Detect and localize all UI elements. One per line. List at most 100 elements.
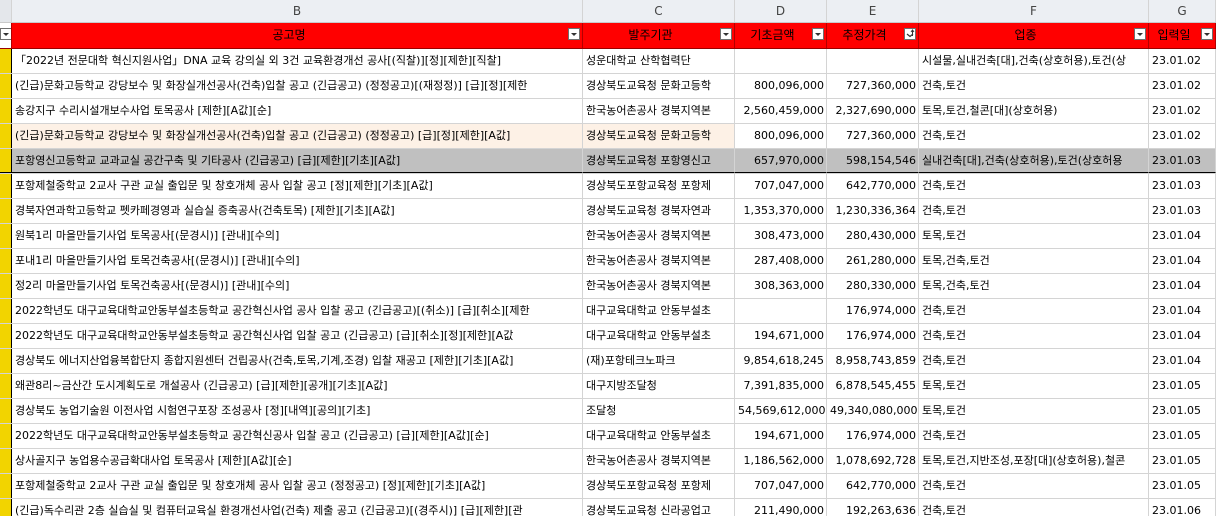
table-row[interactable]: (긴급)문화고등학교 강당보수 및 화장실개선공사(건축)입찰 공고 (긴급공고… — [0, 74, 1216, 99]
header-cell-date[interactable]: 입력일 — [1149, 23, 1216, 48]
cell-title[interactable]: 포항영신고등학교 교과교실 공간구축 및 기타공사 (긴급공고) [급][제한]… — [12, 149, 583, 173]
cell-base-price[interactable]: 7,391,835,000 — [735, 374, 827, 398]
cell-base-price[interactable]: 800,096,000 — [735, 74, 827, 98]
row-marker-cell[interactable] — [0, 424, 12, 448]
row-marker-cell[interactable] — [0, 349, 12, 373]
column-letter-b[interactable]: B — [12, 0, 583, 22]
cell-estimated-price[interactable]: 642,770,000 — [827, 174, 919, 198]
cell-category[interactable]: 토목,토건 — [919, 224, 1149, 248]
row-marker-cell[interactable] — [0, 324, 12, 348]
table-row[interactable]: 포항영신고등학교 교과교실 공간구축 및 기타공사 (긴급공고) [급][제한]… — [0, 149, 1216, 174]
cell-agency[interactable]: 경상북도교육청 문화고등학 — [583, 74, 735, 98]
filter-dropdown-icon[interactable] — [568, 28, 580, 40]
cell-base-price[interactable]: 800,096,000 — [735, 124, 827, 148]
filter-dropdown-icon[interactable] — [0, 28, 11, 40]
cell-category[interactable]: 건축,토건 — [919, 474, 1149, 498]
table-row[interactable]: 상사골지구 농업용수공급확대사업 토목공사 [제한][A값][순] 한국농어촌공사… — [0, 449, 1216, 474]
cell-date[interactable]: 23.01.02 — [1149, 74, 1216, 98]
cell-date[interactable]: 23.01.05 — [1149, 449, 1216, 473]
cell-date[interactable]: 23.01.06 — [1149, 499, 1216, 516]
table-row[interactable]: 2022학년도 대구교육대학교안동부설초등학교 공간혁신공사 입찰 공고 (긴급… — [0, 424, 1216, 449]
cell-base-price[interactable] — [735, 299, 827, 323]
table-row[interactable]: 2022학년도 대구교육대학교안동부설초등학교 공간혁신사업 입찰 공고 (긴급… — [0, 324, 1216, 349]
cell-agency[interactable]: 성운대학교 산학협력단 — [583, 49, 735, 73]
cell-date[interactable]: 23.01.04 — [1149, 274, 1216, 298]
row-marker-cell[interactable] — [0, 274, 12, 298]
cell-estimated-price[interactable]: 49,340,080,000 — [827, 399, 919, 423]
row-marker-cell[interactable] — [0, 49, 12, 73]
header-cell-category[interactable]: 업종 — [919, 23, 1149, 48]
cell-estimated-price[interactable]: 1,078,692,728 — [827, 449, 919, 473]
cell-agency[interactable]: 대구교육대학교 안동부설초 — [583, 299, 735, 323]
row-marker-cell[interactable] — [0, 499, 12, 516]
cell-category[interactable]: 건축,토건 — [919, 174, 1149, 198]
cell-agency[interactable]: 경상북도교육청 문화고등학 — [583, 124, 735, 148]
cell-agency[interactable]: 대구교육대학교 안동부설초 — [583, 424, 735, 448]
table-row[interactable]: 경상북도 농업기술원 이전사업 시험연구포장 조성공사 [정][내역][공의][… — [0, 399, 1216, 424]
filter-dropdown-icon[interactable] — [720, 28, 732, 40]
row-marker-cell[interactable] — [0, 74, 12, 98]
header-cell-a[interactable] — [0, 23, 12, 48]
cell-agency[interactable]: 경상북도포항교육청 포항제 — [583, 474, 735, 498]
table-row[interactable]: 경상북도 에너지산업융복합단지 종합지원센터 건립공사(건축,토목,기계,조경)… — [0, 349, 1216, 374]
row-marker-cell[interactable] — [0, 149, 12, 173]
cell-base-price[interactable]: 287,408,000 — [735, 249, 827, 273]
row-marker-cell[interactable] — [0, 124, 12, 148]
row-marker-cell[interactable] — [0, 224, 12, 248]
cell-title[interactable]: 경상북도 농업기술원 이전사업 시험연구포장 조성공사 [정][내역][공의][… — [12, 399, 583, 423]
header-cell-base-price[interactable]: 기초금액 — [735, 23, 827, 48]
table-row[interactable]: 「2022년 전문대학 혁신지원사업」DNA 교육 강의실 외 3건 교육환경개… — [0, 49, 1216, 74]
cell-agency[interactable]: (재)포항테크노파크 — [583, 349, 735, 373]
cell-category[interactable]: 건축,토건 — [919, 324, 1149, 348]
cell-estimated-price[interactable]: 280,430,000 — [827, 224, 919, 248]
cell-base-price[interactable]: 211,490,000 — [735, 499, 827, 516]
cell-date[interactable]: 23.01.04 — [1149, 249, 1216, 273]
cell-agency[interactable]: 한국농어촌공사 경북지역본 — [583, 249, 735, 273]
cell-agency[interactable]: 대구지방조달청 — [583, 374, 735, 398]
cell-estimated-price[interactable]: 6,878,545,455 — [827, 374, 919, 398]
header-cell-title[interactable]: 공고명 — [12, 23, 583, 48]
table-row[interactable]: (긴급)문화고등학교 강당보수 및 화장실개선공사(건축)입찰 공고 (긴급공고… — [0, 124, 1216, 149]
cell-category[interactable]: 토목,건축,토건 — [919, 274, 1149, 298]
cell-date[interactable]: 23.01.05 — [1149, 424, 1216, 448]
cell-date[interactable]: 23.01.05 — [1149, 474, 1216, 498]
cell-base-price[interactable]: 707,047,000 — [735, 474, 827, 498]
table-row[interactable]: 왜관8리~금산간 도시계획도로 개설공사 (긴급공고) [급][제한][공개][… — [0, 374, 1216, 399]
filter-dropdown-icon[interactable] — [812, 28, 824, 40]
table-row[interactable]: 정2리 마을만들기사업 토목건축공사[(문경시)] [관내][수의] 한국농어촌공… — [0, 274, 1216, 299]
cell-category[interactable]: 건축,토건 — [919, 499, 1149, 516]
cell-date[interactable]: 23.01.04 — [1149, 349, 1216, 373]
cell-date[interactable]: 23.01.04 — [1149, 224, 1216, 248]
table-row[interactable]: 송강지구 수리시설개보수사업 토목공사 [제한][A값][순] 한국농어촌공사 경… — [0, 99, 1216, 124]
cell-date[interactable]: 23.01.05 — [1149, 374, 1216, 398]
cell-category[interactable]: 시설물,실내건축[대],건축(상호허용),토건(상 — [919, 49, 1149, 73]
column-letter-e[interactable]: E — [827, 0, 919, 22]
table-row[interactable]: 원북1리 마을만들기사업 토목공사[(문경시)] [관내][수의] 한국농어촌공사… — [0, 224, 1216, 249]
cell-date[interactable]: 23.01.04 — [1149, 324, 1216, 348]
column-letter-g[interactable]: G — [1149, 0, 1216, 22]
cell-date[interactable]: 23.01.03 — [1149, 199, 1216, 223]
column-letter-c[interactable]: C — [583, 0, 735, 22]
cell-base-price[interactable]: 707,047,000 — [735, 174, 827, 198]
table-row[interactable]: 2022학년도 대구교육대학교안동부설초등학교 공간혁신사업 공사 입찰 공고 … — [0, 299, 1216, 324]
row-marker-cell[interactable] — [0, 449, 12, 473]
cell-agency[interactable]: 한국농어촌공사 경북지역본 — [583, 449, 735, 473]
cell-date[interactable]: 23.01.05 — [1149, 399, 1216, 423]
cell-agency[interactable]: 한국농어촌공사 경북지역본 — [583, 224, 735, 248]
table-row[interactable]: (긴급)독수리관 2층 실습실 및 컴퓨터교육실 환경개선사업(건축) 제출 공… — [0, 499, 1216, 516]
cell-category[interactable]: 토목,토건 — [919, 399, 1149, 423]
cell-estimated-price[interactable]: 176,974,000 — [827, 299, 919, 323]
cell-base-price[interactable]: 308,473,000 — [735, 224, 827, 248]
filter-dropdown-icon[interactable] — [1134, 28, 1146, 40]
cell-title[interactable]: 2022학년도 대구교육대학교안동부설초등학교 공간혁신사업 공사 입찰 공고 … — [12, 299, 583, 323]
table-row[interactable]: 포내1리 마을만들기사업 토목건축공사[(문경시)] [관내][수의] 한국농어촌… — [0, 249, 1216, 274]
cell-title[interactable]: 정2리 마을만들기사업 토목건축공사[(문경시)] [관내][수의] — [12, 274, 583, 298]
cell-agency[interactable]: 한국농어촌공사 경북지역본 — [583, 99, 735, 123]
cell-agency[interactable]: 경상북도포항교육청 포항제 — [583, 174, 735, 198]
cell-title[interactable]: (긴급)문화고등학교 강당보수 및 화장실개선공사(건축)입찰 공고 (긴급공고… — [12, 124, 583, 148]
cell-base-price[interactable] — [735, 49, 827, 73]
cell-estimated-price[interactable]: 280,330,000 — [827, 274, 919, 298]
cell-estimated-price[interactable]: 261,280,000 — [827, 249, 919, 273]
cell-category[interactable]: 토목,토건,지반조성,포장[대](상호허용),철콘 — [919, 449, 1149, 473]
header-cell-estimated-price[interactable]: 추정가격 — [827, 23, 919, 48]
